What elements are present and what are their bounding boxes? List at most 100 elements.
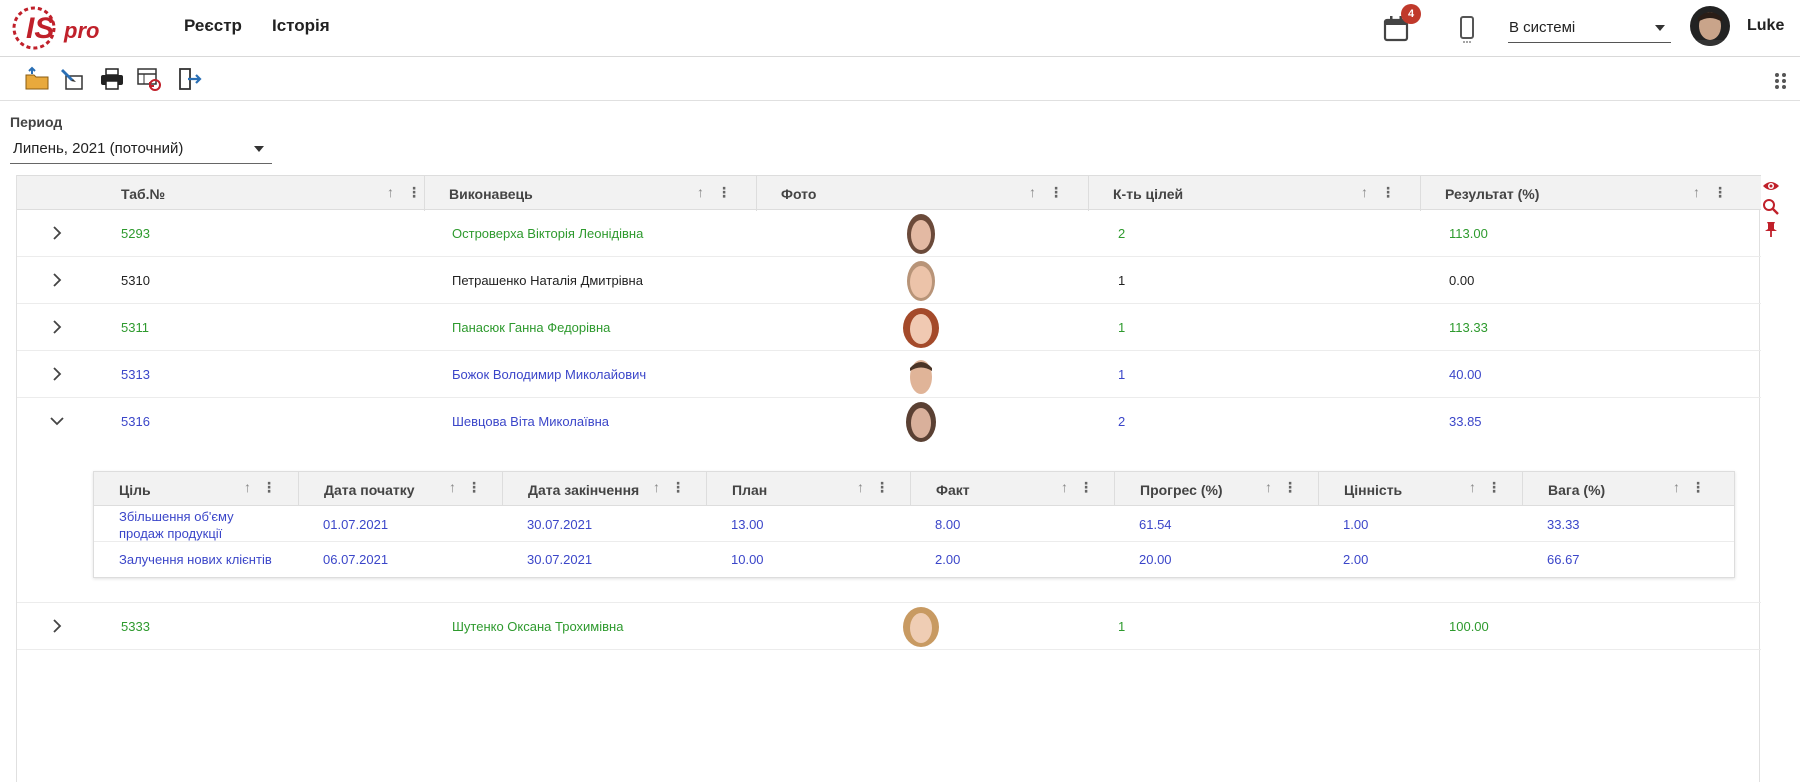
search-icon[interactable] [1762, 198, 1780, 216]
subgrid-row[interactable]: Збільшення об'єму продаж продукції 01.07… [94, 506, 1734, 542]
user-name: Luke [1747, 17, 1785, 34]
nav-registry[interactable]: Реєстр [184, 16, 242, 36]
column-menu-icon[interactable]: ⋮ [1713, 184, 1727, 201]
open-folder-icon[interactable] [24, 66, 50, 92]
employees-grid: Таб.№ ↑ ⋮ Виконавець ↑ ⋮ Фото ↑ ⋮ К-ть ц… [16, 175, 1761, 782]
header-result[interactable]: Результат (%) ↑ ⋮ [1420, 176, 1761, 211]
cell-tab-number: 5311 [121, 320, 149, 335]
table-row[interactable]: 5311 Панасюк Ганна Федорівна 1 113.33 [17, 304, 1761, 351]
subheader-goal[interactable]: Ціль ↑ ⋮ [94, 472, 298, 506]
header-label: Виконавець [449, 186, 533, 202]
sort-arrow-icon[interactable]: ↑ [387, 184, 394, 200]
header-label: Дата закінчення [528, 482, 640, 498]
period-label: Период [10, 114, 63, 130]
column-menu-icon[interactable]: ⋮ [875, 479, 889, 496]
period-select[interactable]: Липень, 2021 (поточний) [10, 136, 272, 164]
chevron-right-icon[interactable] [47, 223, 67, 243]
cell-goals-count: 1 [1118, 320, 1126, 335]
chevron-right-icon[interactable] [47, 364, 67, 384]
column-menu-icon[interactable]: ⋮ [671, 479, 685, 496]
nav-history[interactable]: Історія [272, 16, 330, 36]
sort-arrow-icon[interactable]: ↑ [1693, 184, 1700, 200]
header-goals-count[interactable]: К-ть цілей ↑ ⋮ [1088, 176, 1420, 211]
header-executor[interactable]: Виконавець ↑ ⋮ [424, 176, 756, 211]
cell-executor: Божок Володимир Миколайович [452, 367, 647, 382]
column-menu-icon[interactable]: ⋮ [1381, 184, 1395, 201]
avatar-photo-icon [1690, 6, 1730, 46]
sort-arrow-icon[interactable]: ↑ [697, 184, 704, 200]
header-tab-number[interactable]: Таб.№ ↑ ⋮ [97, 176, 444, 211]
status-select[interactable]: В системі [1508, 12, 1671, 43]
column-menu-icon[interactable]: ⋮ [467, 479, 481, 496]
sort-arrow-icon[interactable]: ↑ [449, 479, 456, 495]
subheader-weight[interactable]: Вага (%) ↑ ⋮ [1522, 472, 1734, 506]
table-row[interactable]: 5333 Шутенко Оксана Трохимівна 1 100.00 [17, 603, 1761, 650]
header-label: Таб.№ [121, 186, 166, 202]
cell-end-date: 30.07.2021 [527, 552, 593, 567]
ispro-logo[interactable]: IS pro [12, 2, 106, 54]
subheader-end-date[interactable]: Дата закінчення ↑ ⋮ [502, 472, 706, 506]
cell-goals-count: 1 [1118, 273, 1126, 288]
column-menu-icon[interactable]: ⋮ [1487, 479, 1501, 496]
grip-dots-icon[interactable] [1774, 72, 1788, 90]
sort-arrow-icon[interactable]: ↑ [653, 479, 660, 495]
sort-arrow-icon[interactable]: ↑ [1265, 479, 1272, 495]
sort-arrow-icon[interactable]: ↑ [1061, 479, 1068, 495]
chevron-down-icon[interactable] [47, 411, 67, 431]
subheader-fact[interactable]: Факт ↑ ⋮ [910, 472, 1114, 506]
cell-result: 33.85 [1449, 414, 1482, 429]
sort-arrow-icon[interactable]: ↑ [1029, 184, 1036, 200]
header-label: Ціль [119, 482, 151, 498]
goal-line: продаж продукції [119, 526, 223, 541]
subheader-value[interactable]: Цінність ↑ ⋮ [1318, 472, 1522, 506]
column-menu-icon[interactable]: ⋮ [407, 184, 421, 201]
eye-icon[interactable] [1762, 178, 1780, 194]
cell-fact: 2.00 [935, 552, 961, 567]
side-panel [1762, 178, 1784, 248]
subgrid-header: Ціль ↑ ⋮ Дата початку ↑ ⋮ Дата закінченн… [94, 472, 1734, 506]
sort-arrow-icon[interactable]: ↑ [1361, 184, 1368, 200]
cell-plan: 10.00 [731, 552, 764, 567]
cell-tab-number: 5293 [121, 226, 150, 241]
header-photo[interactable]: Фото ↑ ⋮ [756, 176, 1088, 211]
cell-executor: Островерха Вікторія Леонідівна [452, 226, 644, 241]
mobile-phone-icon[interactable] [1456, 14, 1478, 44]
header-label: Результат (%) [1445, 186, 1540, 202]
toolbar [0, 57, 1800, 101]
cell-goals-count: 2 [1118, 226, 1126, 241]
sort-arrow-icon[interactable]: ↑ [244, 479, 251, 495]
user-avatar[interactable] [1690, 6, 1730, 46]
edit-icon[interactable] [60, 66, 86, 92]
column-menu-icon[interactable]: ⋮ [262, 479, 276, 496]
chevron-right-icon[interactable] [47, 616, 67, 636]
print-icon[interactable] [99, 66, 125, 92]
chevron-right-icon[interactable] [47, 270, 67, 290]
cell-fact: 8.00 [935, 517, 961, 532]
sort-arrow-icon[interactable]: ↑ [1469, 479, 1476, 495]
table-row[interactable]: 5293 Островерха Вікторія Леонідівна 2 11… [17, 210, 1761, 257]
table-row[interactable]: 5310 Петрашенко Наталія Дмитрівна 1 0.00 [17, 257, 1761, 304]
sort-arrow-icon[interactable]: ↑ [1673, 479, 1680, 495]
cell-progress: 61.54 [1139, 517, 1172, 532]
subheader-start-date[interactable]: Дата початку ↑ ⋮ [298, 472, 502, 506]
pin-icon[interactable] [1762, 220, 1780, 238]
column-menu-icon[interactable]: ⋮ [1049, 184, 1063, 201]
table-row[interactable]: 5316 Шевцова Віта Миколаївна 2 33.85 [17, 398, 1761, 445]
column-menu-icon[interactable]: ⋮ [1283, 479, 1297, 496]
exit-icon[interactable] [176, 66, 202, 92]
subheader-plan[interactable]: План ↑ ⋮ [706, 472, 910, 506]
employee-photo [907, 214, 935, 254]
sort-arrow-icon[interactable]: ↑ [857, 479, 864, 495]
subgrid-row[interactable]: Залучення нових клієнтів 06.07.2021 30.0… [94, 542, 1734, 576]
column-menu-icon[interactable]: ⋮ [1079, 479, 1093, 496]
column-menu-icon[interactable]: ⋮ [717, 184, 731, 201]
chevron-right-icon[interactable] [47, 317, 67, 337]
refresh-table-icon[interactable] [136, 66, 162, 92]
cell-value: 1.00 [1343, 517, 1369, 532]
header-label: Прогрес (%) [1140, 482, 1223, 498]
subheader-progress[interactable]: Прогрес (%) ↑ ⋮ [1114, 472, 1318, 506]
column-menu-icon[interactable]: ⋮ [1691, 479, 1705, 496]
cell-result: 40.00 [1449, 367, 1482, 382]
table-row[interactable]: 5313 Божок Володимир Миколайович 1 40.00 [17, 351, 1761, 398]
cell-weight: 33.33 [1547, 517, 1580, 532]
